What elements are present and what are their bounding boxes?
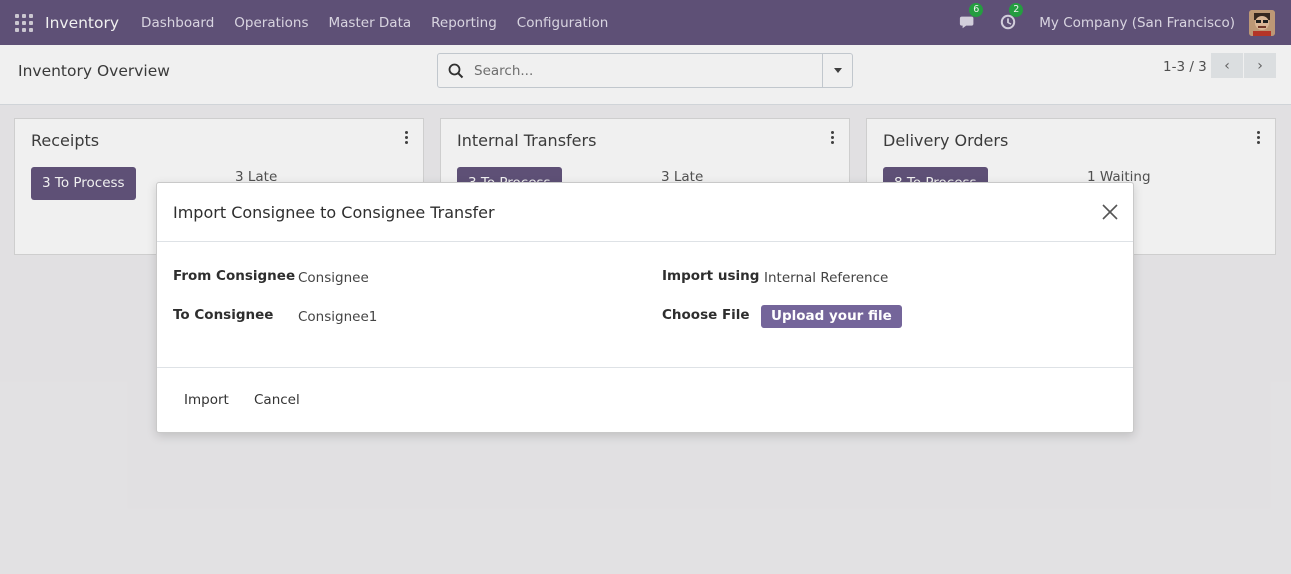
- import-using-label: Import using: [662, 268, 760, 284]
- dialog-body: From Consignee Consignee To Consignee Co…: [157, 242, 1133, 368]
- import-dialog: Import Consignee to Consignee Transfer F…: [156, 182, 1134, 433]
- close-icon[interactable]: [1101, 203, 1119, 221]
- from-consignee-label: From Consignee: [173, 268, 296, 284]
- to-consignee-label: To Consignee: [173, 307, 274, 323]
- to-consignee-field[interactable]: Consignee1: [298, 309, 377, 325]
- dialog-header: Import Consignee to Consignee Transfer: [157, 183, 1133, 242]
- upload-file-button[interactable]: Upload your file: [761, 305, 902, 328]
- cancel-button[interactable]: Cancel: [254, 392, 300, 408]
- import-using-field[interactable]: Internal Reference: [764, 270, 888, 286]
- choose-file-label: Choose File: [662, 307, 750, 323]
- from-consignee-field[interactable]: Consignee: [298, 270, 369, 286]
- import-button[interactable]: Import: [184, 392, 229, 408]
- dialog-title: Import Consignee to Consignee Transfer: [173, 203, 495, 222]
- dialog-footer: Import Cancel: [157, 368, 1133, 433]
